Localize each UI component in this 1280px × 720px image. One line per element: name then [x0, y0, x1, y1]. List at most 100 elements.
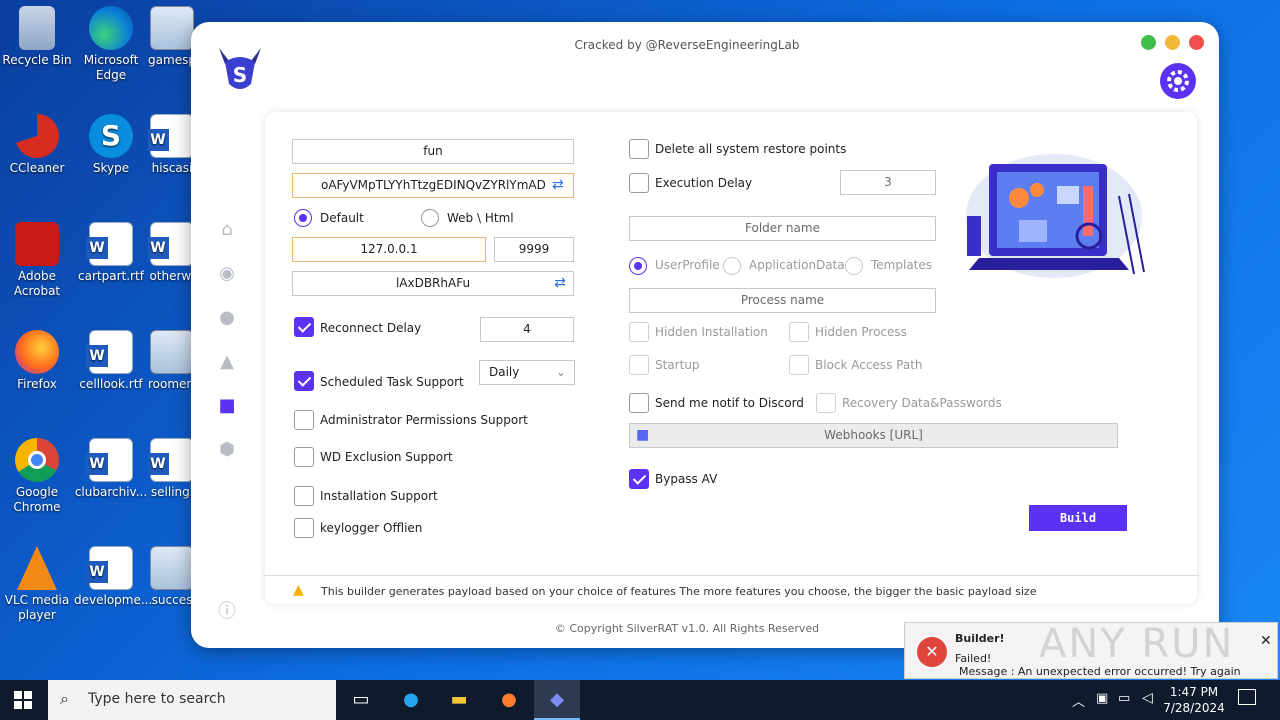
desktop-icon-ccleaner[interactable]: CCleaner [0, 114, 74, 176]
discord-icon[interactable]: ■ [215, 394, 239, 418]
bypass-av-checkbox[interactable] [629, 469, 649, 489]
file-explorer-icon[interactable]: ▬ [436, 684, 482, 716]
word-file-icon [86, 438, 133, 482]
radio-default-label: Default [320, 211, 364, 225]
desktop-icon-cartpart[interactable]: cartpart.rtf [74, 222, 148, 284]
installation-checkbox[interactable] [294, 486, 314, 506]
tray-monitor-icon[interactable]: ▭ [1118, 691, 1130, 706]
tag-field[interactable]: fun [292, 139, 574, 164]
ccleaner-icon [15, 114, 59, 158]
settings-gear-icon[interactable] [1160, 63, 1196, 99]
info-icon[interactable]: ⓘ [215, 600, 239, 624]
eye-icon[interactable]: ◉ [215, 262, 239, 286]
desktop-icon-developme[interactable]: developme... [74, 546, 152, 608]
recovery-data-checkbox[interactable] [816, 393, 836, 413]
svg-text:S: S [233, 63, 247, 87]
reconnect-delay-checkbox[interactable] [294, 317, 314, 337]
edge-taskbar-icon[interactable]: ● [388, 684, 434, 716]
refresh-icon[interactable]: ⇄ [552, 178, 568, 193]
bell-icon[interactable]: ▲ [215, 350, 239, 374]
bypass-av-label: Bypass AV [655, 472, 718, 486]
schedule-dropdown[interactable]: Daily ⌄ [479, 360, 575, 385]
clock[interactable]: 1:47 PM 7/28/2024 [1162, 684, 1226, 716]
taskbar-search[interactable]: ⌕ Type here to search [48, 680, 336, 720]
block-access-path-checkbox[interactable] [789, 355, 809, 375]
desktop-icon-succes[interactable]: succes [148, 546, 196, 608]
keylogger-checkbox[interactable] [294, 518, 314, 538]
tray-network-icon[interactable]: ▣ [1096, 691, 1108, 706]
ip-field[interactable]: 127.0.0.1 [292, 237, 486, 262]
tray-volume-icon[interactable]: ◁ [1142, 690, 1153, 706]
desktop-icon-chrome[interactable]: Google Chrome [0, 438, 74, 515]
radio-userprofile[interactable] [629, 257, 647, 275]
toast-title: Builder! [955, 632, 1005, 645]
desktop-icon-edge[interactable]: Microsoft Edge [74, 6, 148, 83]
discord-icon: ■ [636, 427, 650, 443]
delete-restore-points-checkbox[interactable] [629, 139, 649, 159]
port-field[interactable]: 9999 [494, 237, 574, 262]
builder-window: Cracked by @ReverseEngineeringLab S ⌂ ◉ … [191, 22, 1219, 648]
desktop-icon-acrobat[interactable]: Adobe Acrobat [0, 222, 74, 299]
wd-exclusion-checkbox[interactable] [294, 447, 314, 467]
execution-delay-field[interactable]: 3 [840, 170, 936, 195]
key-field[interactable]: lAxDBRhAFu ⇄ [292, 271, 574, 296]
folder-name-field[interactable]: Folder name [629, 216, 936, 241]
startup-checkbox[interactable] [629, 355, 649, 375]
bell-warning-icon: ▲ [293, 582, 304, 598]
desktop-icon-roomeng[interactable]: roomeng [148, 330, 196, 392]
firefox-taskbar-icon[interactable]: ● [486, 684, 532, 716]
minimize-button[interactable] [1165, 35, 1180, 50]
firefox-icon [15, 330, 59, 374]
builder-panel: fun oAFyVMpTLYYhTtzgEDINQvZYRlYmAD ⇄ Defa… [265, 112, 1197, 604]
radio-default[interactable] [294, 209, 312, 227]
close-button[interactable] [1189, 35, 1204, 50]
admin-permissions-checkbox[interactable] [294, 410, 314, 430]
recycle-bin-icon [19, 6, 55, 50]
tray-chevron-up-icon[interactable]: ︿ [1072, 691, 1085, 710]
radio-web-html[interactable] [421, 209, 439, 227]
refresh-icon[interactable]: ⇄ [552, 276, 568, 291]
desktop-icon-clubarchiv[interactable]: clubarchiv... [74, 438, 148, 500]
desktop-icon-recycle-bin[interactable]: Recycle Bin [0, 6, 74, 68]
desktop-icon-celllook[interactable]: celllook.rtf [74, 330, 148, 392]
search-icon: ⌕ [60, 689, 69, 708]
user-icon[interactable]: ● [215, 306, 239, 330]
radio-templates[interactable] [845, 257, 863, 275]
error-toast[interactable]: ✕ Builder! Failed! Message : An unexpect… [904, 621, 1278, 679]
silverrat-taskbar-icon[interactable]: ◆ [534, 680, 580, 720]
desktop-icon-hiscasi[interactable]: hiscasi [148, 114, 196, 176]
notification-icon[interactable] [1238, 689, 1256, 705]
task-view-icon[interactable]: ▭ [338, 684, 384, 716]
word-file-icon [86, 330, 133, 374]
acrobat-icon [15, 222, 59, 266]
builder-illustration [966, 154, 1145, 278]
process-name-field[interactable]: Process name [629, 288, 936, 313]
execution-delay-checkbox[interactable] [629, 173, 649, 193]
reconnect-delay-field[interactable]: 4 [480, 317, 574, 342]
footer-note-text: This builder generates payload based on … [321, 585, 1037, 598]
mutex-field[interactable]: oAFyVMpTLYYhTtzgEDINQvZYRlYmAD ⇄ [292, 173, 574, 198]
maximize-button[interactable] [1141, 35, 1156, 50]
desktop-icon-vlc[interactable]: VLC media player [0, 546, 74, 623]
desktop-icon-otherwi[interactable]: otherwi [148, 222, 196, 284]
hidden-installation-checkbox[interactable] [629, 322, 649, 342]
desktop-icon-firefox[interactable]: Firefox [0, 330, 74, 392]
hidden-process-checkbox[interactable] [789, 322, 809, 342]
footer-note: ▲ This builder generates payload based o… [263, 575, 1199, 604]
error-icon: ✕ [917, 637, 947, 667]
scheduled-task-checkbox[interactable] [294, 371, 314, 391]
desktop-icon-sellingi[interactable]: sellingi [148, 438, 196, 500]
word-file-icon [148, 438, 194, 482]
home-icon[interactable]: ⌂ [215, 218, 239, 242]
toast-close-icon[interactable]: ✕ [1260, 633, 1272, 649]
windows-start-icon[interactable] [14, 691, 32, 709]
build-button[interactable]: Build [1029, 505, 1127, 531]
webhook-field[interactable]: ■ Webhooks [URL] [629, 423, 1118, 448]
discord-notif-checkbox[interactable] [629, 393, 649, 413]
desktop-icon-gamesp[interactable]: gamesp [148, 6, 196, 68]
radio-web-html-label: Web \ Html [447, 211, 514, 225]
edge-icon [89, 6, 133, 50]
shield-icon[interactable]: ⬢ [215, 438, 239, 462]
radio-applicationdata[interactable] [723, 257, 741, 275]
desktop-icon-skype[interactable]: S Skype [74, 114, 148, 176]
